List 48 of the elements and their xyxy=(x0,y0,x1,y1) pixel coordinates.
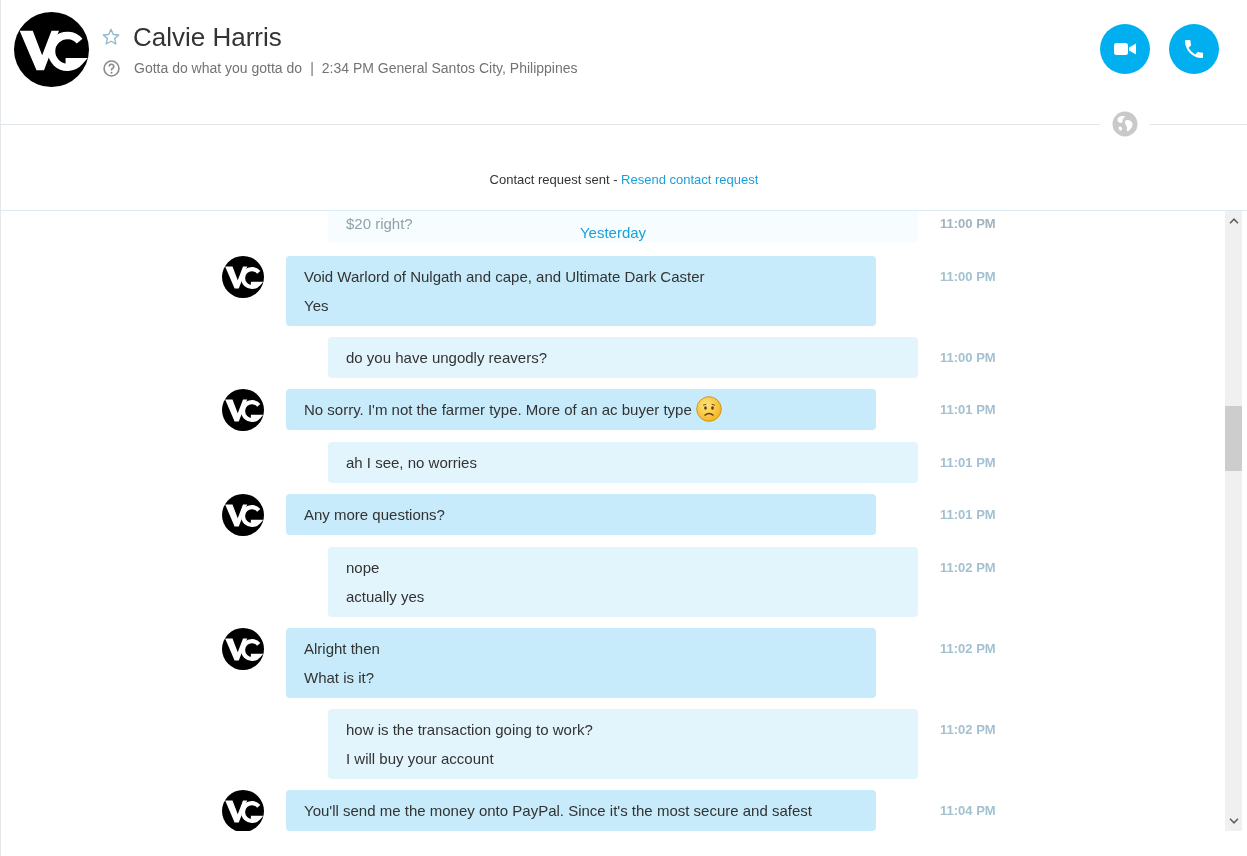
message-time: 11:01 PM xyxy=(940,454,996,472)
phone-icon xyxy=(1182,37,1206,61)
message-time: 11:01 PM xyxy=(940,506,996,524)
message-text: $20 right? xyxy=(346,215,413,232)
star-icon[interactable] xyxy=(102,28,120,46)
message-time: 11:00 PM xyxy=(940,349,996,367)
message-time: 11:00 PM xyxy=(940,215,996,233)
message-text: Void Warlord of Nulgath and cape, and Ultimate Dark Caster xyxy=(304,268,705,285)
message-time: 11:01 PM xyxy=(940,401,996,419)
globe-icon[interactable] xyxy=(1112,111,1138,137)
local-time-location: 2:34 PM General Santos City, Philippines xyxy=(321,59,578,78)
message-text: Any more questions? xyxy=(304,506,445,523)
message-text: Yes xyxy=(304,297,329,314)
sad-face-icon xyxy=(695,396,722,423)
message-time: 11:02 PM xyxy=(940,721,996,739)
message-text: Alright then xyxy=(304,640,380,657)
contact-name: Calvie Harris xyxy=(133,21,282,53)
avatar-logo-icon xyxy=(14,12,89,87)
date-divider: Yesterday xyxy=(579,224,647,241)
message-time: 11:02 PM xyxy=(940,640,996,658)
message-text: actually yes xyxy=(346,588,425,605)
separator: | xyxy=(310,59,314,78)
message-text: how is the transaction going to work? xyxy=(346,721,593,738)
contact-request-notice: Contact request sent - Resend contact request xyxy=(489,172,759,187)
chevron-down-icon xyxy=(1228,818,1239,824)
scrollbar-track[interactable] xyxy=(1225,211,1242,831)
message-text: What is it? xyxy=(304,669,375,686)
message-text: ah I see, no worries xyxy=(346,454,477,471)
message-text: nope xyxy=(346,559,380,576)
message-time: 11:02 PM xyxy=(940,559,996,577)
message-text: No sorry. I'm not the farmer type. More of an ac buyer type xyxy=(304,401,692,418)
message-text: I will buy your account xyxy=(346,750,494,767)
scrollbar-thumb[interactable] xyxy=(1225,406,1242,471)
avatar-logo-icon xyxy=(222,790,264,831)
resend-request-link[interactable]: Resend contact request xyxy=(621,172,759,187)
mood-message: Gotta do what you gotta do xyxy=(134,59,303,78)
chevron-up-icon xyxy=(1228,218,1239,224)
avatar-logo-icon xyxy=(222,256,264,298)
avatar-logo-icon xyxy=(222,628,264,670)
message-text: You'll send me the money onto PayPal. Since it's the most secure and safest xyxy=(304,802,812,819)
video-call-button[interactable] xyxy=(1100,24,1150,74)
help-icon xyxy=(103,59,120,77)
message-time: 11:04 PM xyxy=(940,802,996,820)
call-button[interactable] xyxy=(1169,24,1219,74)
avatar-logo-icon xyxy=(222,389,264,431)
message-time: 11:00 PM xyxy=(940,268,996,286)
message-text: do you have ungodly reavers? xyxy=(346,349,547,366)
avatar-logo-icon xyxy=(222,494,264,536)
